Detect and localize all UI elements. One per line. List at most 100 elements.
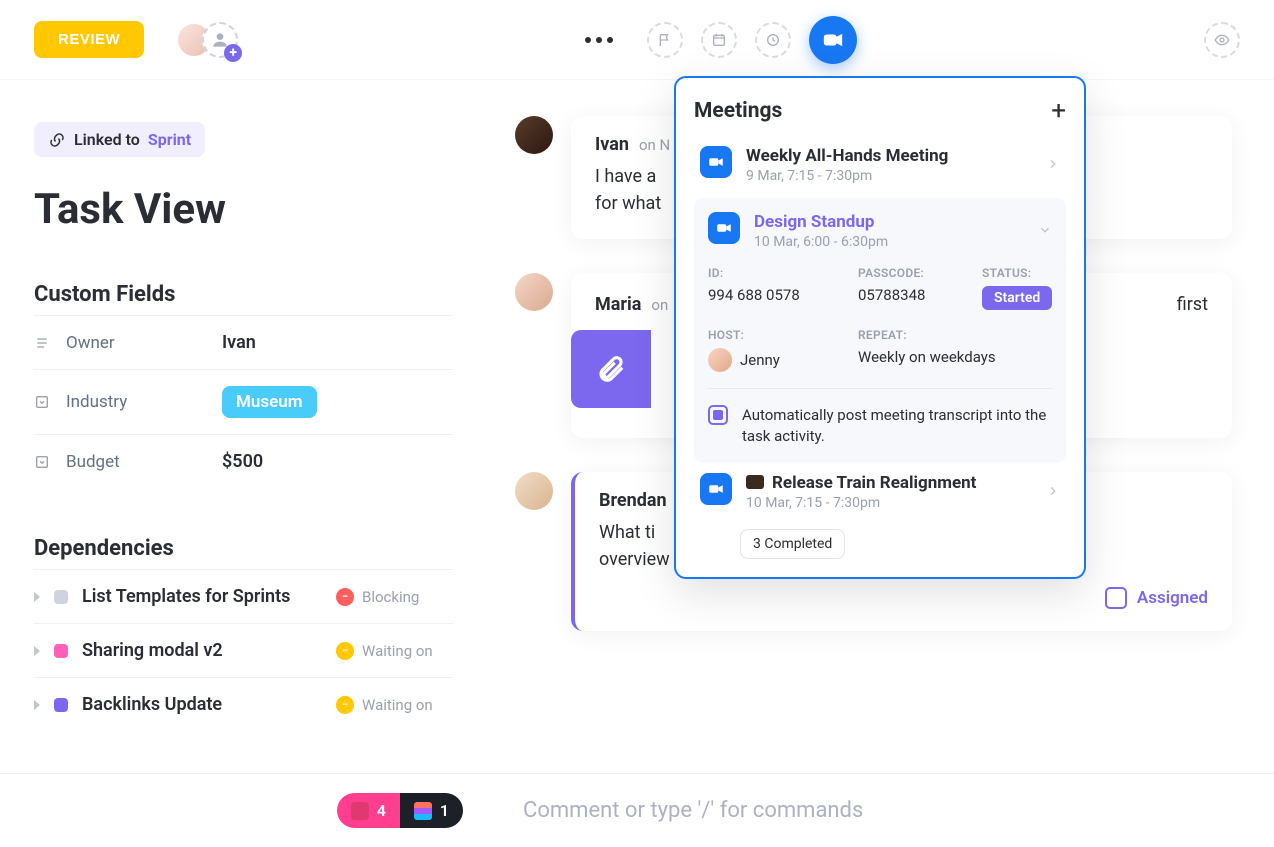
- calendar-icon[interactable]: [701, 22, 737, 58]
- page-title: Task View: [34, 185, 453, 234]
- minus-icon: −: [336, 588, 354, 606]
- meeting-name: Weekly All-Hands Meeting: [746, 146, 1032, 166]
- status-square-icon: [54, 590, 68, 604]
- watch-icon[interactable]: [1204, 22, 1240, 58]
- field-value[interactable]: Ivan: [222, 332, 256, 353]
- meeting-name: Release Train Realignment: [746, 473, 1032, 493]
- dependency-row[interactable]: Backlinks Update −Waiting on: [34, 677, 453, 731]
- comment-author: Maria: [595, 294, 641, 315]
- dropdown-icon: [34, 454, 52, 470]
- chevron-down-icon[interactable]: [1038, 222, 1052, 241]
- caret-right-icon: [34, 700, 40, 710]
- add-assignee-button[interactable]: +: [202, 22, 238, 58]
- field-budget: Budget $500: [34, 434, 453, 488]
- meeting-host-label: HOST:: [708, 328, 850, 342]
- custom-fields-heading: Custom Fields: [34, 282, 453, 307]
- field-label: Owner: [66, 333, 222, 353]
- dependency-title: List Templates for Sprints: [82, 586, 322, 607]
- clock-icon[interactable]: [755, 22, 791, 58]
- dependency-row[interactable]: List Templates for Sprints −Blocking: [34, 569, 453, 623]
- meeting-repeat-label: REPEAT:: [858, 328, 1052, 342]
- linked-target: Sprint: [148, 130, 191, 149]
- avatar: [515, 472, 553, 510]
- more-menu-button[interactable]: [585, 37, 613, 43]
- comment-author: Ivan: [595, 134, 629, 155]
- dependency-status: Waiting on: [362, 696, 433, 714]
- list-icon: [34, 335, 52, 351]
- dependencies-heading: Dependencies: [34, 536, 453, 561]
- comment-input[interactable]: Comment or type '/' for commands: [487, 798, 1274, 823]
- meeting-id-value: 994 688 0578: [708, 286, 850, 310]
- chevron-right-icon: [1046, 156, 1060, 175]
- comment-date: on N: [639, 136, 670, 154]
- add-meeting-button[interactable]: +: [1051, 98, 1066, 124]
- meetings-popover: Meetings + Weekly All-Hands Meeting 9 Ma…: [674, 76, 1086, 579]
- dependency-title: Backlinks Update: [82, 694, 322, 715]
- meeting-item[interactable]: Weekly All-Hands Meeting 9 Mar, 7:15 - 7…: [694, 136, 1066, 194]
- flag-icon[interactable]: [647, 22, 683, 58]
- assigned-toggle[interactable]: Assigned: [599, 587, 1208, 609]
- video-icon: [708, 212, 740, 244]
- invision-icon: [351, 802, 369, 820]
- meeting-id-label: ID:: [708, 266, 850, 280]
- assigned-label: Assigned: [1137, 588, 1208, 608]
- field-value-tag[interactable]: Museum: [222, 386, 317, 418]
- meeting-time: 10 Mar, 7:15 - 7:30pm: [746, 495, 1032, 511]
- linked-prefix: Linked to: [74, 130, 140, 149]
- assignee-avatar-group: +: [176, 22, 238, 58]
- figma-attachments-pill[interactable]: 1: [400, 793, 463, 828]
- avatar: [515, 273, 553, 311]
- footer: 4 1 Comment or type '/' for commands: [0, 773, 1274, 847]
- checkbox-icon: [1105, 587, 1127, 609]
- header-action-icons: [647, 16, 857, 64]
- meeting-item[interactable]: Release Train Realignment 10 Mar, 7:15 -…: [694, 463, 1066, 521]
- host-avatar: [708, 348, 732, 372]
- dependency-row[interactable]: Sharing modal v2 −Waiting on: [34, 623, 453, 677]
- comment-date: on: [651, 296, 668, 314]
- meeting-time: 9 Mar, 7:15 - 7:30pm: [746, 168, 1032, 184]
- meeting-passcode-value: 05788348: [858, 286, 974, 310]
- caret-right-icon: [34, 592, 40, 602]
- auto-transcript-text: Automatically post meeting transcript in…: [742, 405, 1052, 447]
- figma-icon: [414, 802, 432, 820]
- auto-transcript-toggle[interactable]: Automatically post meeting transcript in…: [708, 388, 1052, 447]
- avatar: [515, 116, 553, 154]
- chevron-right-icon: [1046, 483, 1060, 502]
- meeting-status-badge: Started: [982, 286, 1052, 310]
- meeting-name[interactable]: Design Standup: [754, 212, 1024, 232]
- field-industry: Industry Museum: [34, 369, 453, 434]
- meetings-heading: Meetings: [694, 99, 782, 123]
- invision-attachments-pill[interactable]: 4: [337, 793, 400, 828]
- field-label: Industry: [66, 392, 222, 412]
- plus-icon: +: [224, 44, 242, 62]
- video-meeting-button[interactable]: [809, 16, 857, 64]
- caret-right-icon: [34, 646, 40, 656]
- checkbox-checked-icon: [708, 405, 728, 425]
- minus-icon: −: [336, 696, 354, 714]
- dependency-status: Waiting on: [362, 642, 433, 660]
- video-icon: [700, 473, 732, 505]
- meeting-passcode-label: PASSCODE:: [858, 266, 974, 280]
- comment-fragment: first: [1177, 291, 1208, 318]
- meeting-time: 10 Mar, 6:00 - 6:30pm: [754, 234, 1024, 250]
- field-owner: Owner Ivan: [34, 315, 453, 369]
- dependency-title: Sharing modal v2: [82, 640, 322, 661]
- linked-badge[interactable]: Linked to Sprint: [34, 122, 205, 157]
- status-square-icon: [54, 644, 68, 658]
- dependency-status: Blocking: [362, 588, 419, 606]
- minus-icon: −: [336, 642, 354, 660]
- left-panel: Linked to Sprint Task View Custom Fields…: [0, 80, 487, 773]
- meeting-host-value: Jenny: [740, 351, 780, 369]
- meeting-status-label: STATUS:: [982, 266, 1052, 280]
- review-button[interactable]: REVIEW: [34, 21, 144, 58]
- status-square-icon: [54, 698, 68, 712]
- meeting-item-expanded: Design Standup 10 Mar, 6:00 - 6:30pm ID:…: [694, 198, 1066, 463]
- attachment-icon[interactable]: [571, 330, 651, 408]
- meeting-repeat-value: Weekly on weekdays: [858, 348, 1052, 372]
- comment-author: Brendan: [599, 490, 667, 511]
- dropdown-icon: [34, 394, 52, 410]
- completed-meetings-badge[interactable]: 3 Completed: [740, 529, 845, 559]
- video-icon: [700, 146, 732, 178]
- field-label: Budget: [66, 452, 222, 472]
- field-value[interactable]: $500: [222, 451, 263, 472]
